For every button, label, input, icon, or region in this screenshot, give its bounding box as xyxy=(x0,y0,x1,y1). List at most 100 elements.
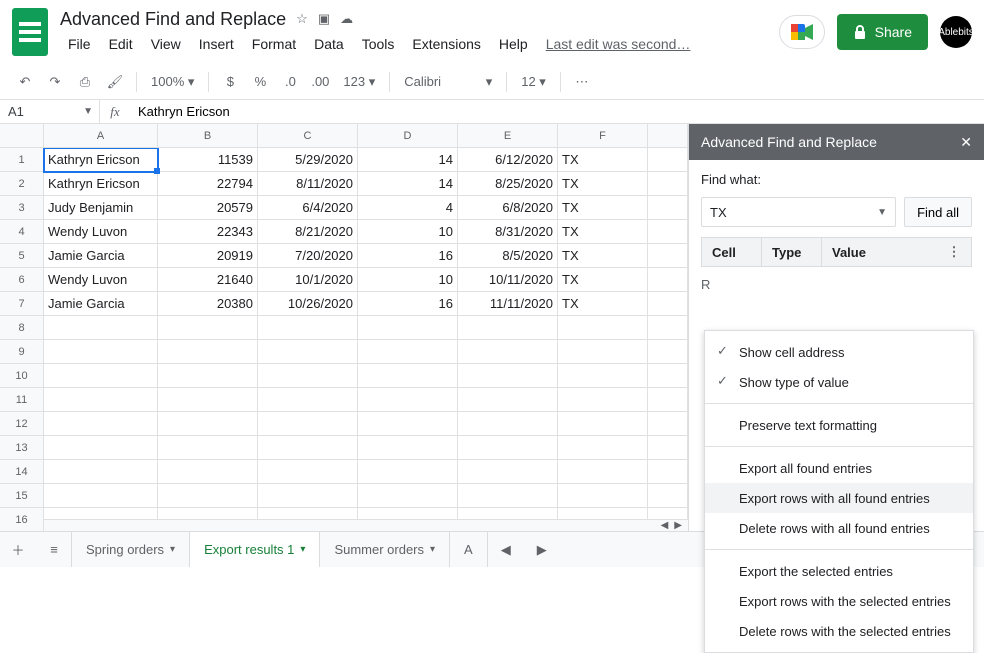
horizontal-scrollbar[interactable]: ◀ ▶ xyxy=(44,519,688,531)
menu-tools[interactable]: Tools xyxy=(354,32,403,56)
cell[interactable]: Kathryn Ericson xyxy=(44,148,158,172)
font-dropdown[interactable]: Calibri▾ xyxy=(398,69,498,95)
cell[interactable]: 6/8/2020 xyxy=(458,196,558,220)
select-all-corner[interactable] xyxy=(0,124,44,147)
toolbar-more-button[interactable]: ⋯ xyxy=(569,69,595,95)
cloud-status-icon[interactable]: ☁ xyxy=(340,11,353,27)
menu-data[interactable]: Data xyxy=(306,32,352,56)
cell[interactable]: Jamie Garcia xyxy=(44,292,158,316)
row-header[interactable]: 11 xyxy=(0,388,44,412)
row-header[interactable]: 16 xyxy=(0,508,44,531)
cell[interactable] xyxy=(558,484,648,508)
tabs-scroll-right-button[interactable]: ▶ xyxy=(524,532,560,567)
row-header[interactable]: 10 xyxy=(0,364,44,388)
cell[interactable] xyxy=(258,460,358,484)
cell[interactable] xyxy=(158,412,258,436)
last-edit-link[interactable]: Last edit was second… xyxy=(546,36,691,52)
menu-edit[interactable]: Edit xyxy=(101,32,141,56)
results-menu-button[interactable]: ⋮ xyxy=(947,244,961,260)
cell[interactable] xyxy=(258,436,358,460)
cell[interactable] xyxy=(44,436,158,460)
cell[interactable] xyxy=(558,316,648,340)
account-avatar[interactable]: Ablebits xyxy=(940,16,972,48)
cell[interactable] xyxy=(458,388,558,412)
column-header[interactable]: F xyxy=(558,124,648,148)
cell[interactable]: TX xyxy=(558,172,648,196)
cell[interactable]: 10 xyxy=(358,268,458,292)
cell[interactable] xyxy=(358,484,458,508)
cell[interactable] xyxy=(458,364,558,388)
cell[interactable]: Kathryn Ericson xyxy=(44,172,158,196)
cell[interactable] xyxy=(258,484,358,508)
cell[interactable] xyxy=(558,340,648,364)
row-header[interactable]: 5 xyxy=(0,244,44,268)
column-header[interactable]: D xyxy=(358,124,458,148)
context-menu-item[interactable]: Show type of value xyxy=(705,367,973,397)
row-header[interactable]: 7 xyxy=(0,292,44,316)
cell[interactable] xyxy=(648,292,688,316)
context-menu-item[interactable]: Show cell address xyxy=(705,337,973,367)
cell[interactable] xyxy=(648,412,688,436)
context-menu-item[interactable]: Export rows with all found entries xyxy=(705,483,973,513)
find-all-button[interactable]: Find all xyxy=(904,197,972,227)
cell[interactable]: 11/11/2020 xyxy=(458,292,558,316)
cell[interactable]: 6/12/2020 xyxy=(458,148,558,172)
menu-view[interactable]: View xyxy=(143,32,189,56)
cell[interactable]: TX xyxy=(558,148,648,172)
sheet-tab[interactable]: Export results 1▾ xyxy=(189,532,320,567)
spreadsheet-grid[interactable]: ABCDEF 1Kathryn Ericson115395/29/2020146… xyxy=(0,124,688,531)
cell[interactable] xyxy=(558,436,648,460)
formula-input[interactable] xyxy=(130,101,984,123)
row-header[interactable]: 6 xyxy=(0,268,44,292)
percent-button[interactable]: % xyxy=(247,69,273,95)
row-header[interactable]: 9 xyxy=(0,340,44,364)
cell[interactable] xyxy=(458,460,558,484)
cell[interactable] xyxy=(648,268,688,292)
cell[interactable] xyxy=(648,340,688,364)
name-box[interactable]: A1 ▼ xyxy=(0,100,100,124)
cell[interactable] xyxy=(648,316,688,340)
redo-button[interactable]: ↷ xyxy=(42,69,68,95)
cell[interactable]: Judy Benjamin xyxy=(44,196,158,220)
chevron-down-icon[interactable]: ▾ xyxy=(430,544,435,555)
cell[interactable]: 10/11/2020 xyxy=(458,268,558,292)
cell[interactable]: 7/20/2020 xyxy=(258,244,358,268)
cell[interactable] xyxy=(258,388,358,412)
font-size-input[interactable]: 12 ▾ xyxy=(515,69,552,95)
column-header[interactable]: A xyxy=(44,124,158,148)
cell[interactable]: 10/1/2020 xyxy=(258,268,358,292)
cell[interactable]: 10/26/2020 xyxy=(258,292,358,316)
star-icon[interactable]: ☆ xyxy=(296,11,308,27)
move-icon[interactable]: ▣ xyxy=(318,11,330,27)
cell[interactable] xyxy=(44,412,158,436)
row-header[interactable]: 15 xyxy=(0,484,44,508)
scroll-left-icon[interactable]: ◀ xyxy=(661,520,669,531)
row-header[interactable]: 14 xyxy=(0,460,44,484)
cell[interactable] xyxy=(648,484,688,508)
results-col-cell[interactable]: Cell xyxy=(702,238,762,266)
context-menu-item[interactable]: Delete rows with the selected entries xyxy=(705,616,973,646)
cell[interactable] xyxy=(648,196,688,220)
cell[interactable] xyxy=(458,436,558,460)
tabs-scroll-left-button[interactable]: ◀ xyxy=(488,532,524,567)
find-what-input[interactable]: TX ▼ xyxy=(701,197,896,227)
more-formats-dropdown[interactable]: 123 ▾ xyxy=(337,69,381,95)
cell[interactable] xyxy=(358,436,458,460)
menu-help[interactable]: Help xyxy=(491,32,536,56)
context-menu-item[interactable]: Delete rows with all found entries xyxy=(705,513,973,543)
cell[interactable] xyxy=(458,340,558,364)
context-menu-item[interactable]: Preserve text formatting xyxy=(705,410,973,440)
cell[interactable]: TX xyxy=(558,268,648,292)
cell[interactable]: 22794 xyxy=(158,172,258,196)
context-menu-item[interactable]: Export rows with the selected entries xyxy=(705,586,973,616)
row-header[interactable]: 4 xyxy=(0,220,44,244)
sheets-logo-icon[interactable] xyxy=(12,8,48,56)
sheet-tab[interactable]: Summer orders▾ xyxy=(319,532,450,567)
cell[interactable] xyxy=(648,436,688,460)
add-sheet-button[interactable]: ＋ xyxy=(0,532,36,567)
cell[interactable] xyxy=(558,364,648,388)
cell[interactable] xyxy=(558,460,648,484)
paint-format-button[interactable]: 🖌 xyxy=(102,69,128,95)
meet-button[interactable] xyxy=(779,15,825,49)
all-sheets-button[interactable]: ≡ xyxy=(36,532,72,567)
